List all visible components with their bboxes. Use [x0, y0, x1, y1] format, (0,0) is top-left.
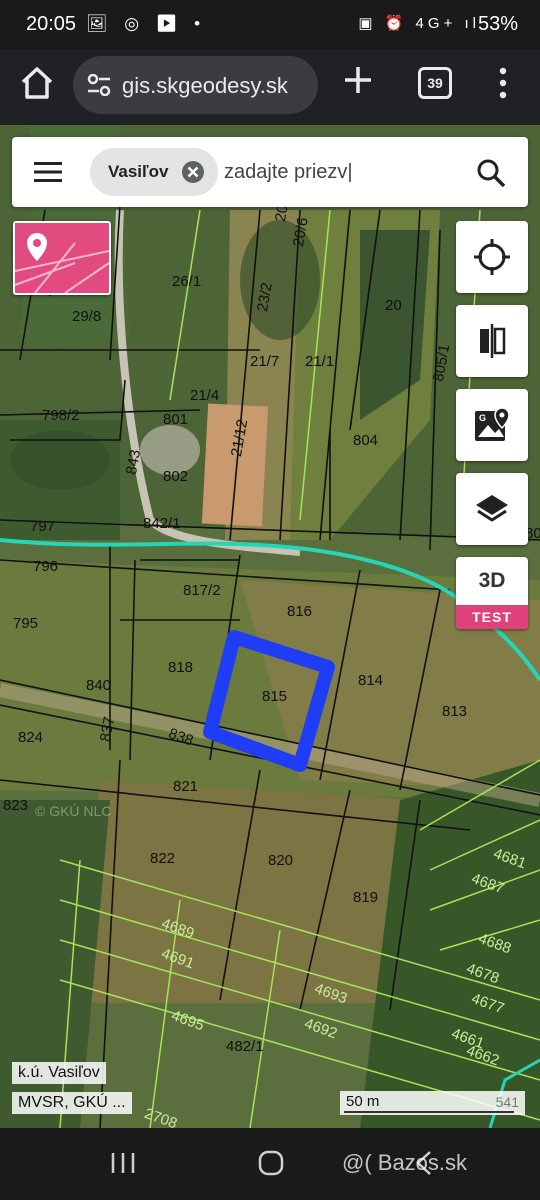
plus-icon[interactable]: [340, 62, 376, 98]
search-input[interactable]: [224, 155, 464, 189]
parcel-label: 842/1: [143, 515, 181, 532]
system-icons: ▣ ⏰ 4G+ ıl: [358, 15, 480, 32]
compare-button[interactable]: [456, 305, 528, 377]
photo-pin-icon: G: [475, 407, 510, 441]
recents-icon[interactable]: [105, 1148, 141, 1178]
more-vert-icon[interactable]: [497, 67, 509, 99]
scale-label: 50 m: [346, 1093, 380, 1110]
parcel-label: 824: [18, 729, 44, 746]
system-nav-bar: @( Bazos.sk: [0, 1128, 540, 1200]
parcel-label: 29/8: [72, 308, 102, 325]
location-chip[interactable]: Vasiľov: [90, 148, 218, 196]
location-chip-label: Vasiľov: [108, 162, 169, 181]
parcel-label: 816: [287, 603, 313, 620]
status-time: 20:05: [26, 13, 77, 35]
layers-icon: [476, 495, 508, 522]
search-bar: Vasiľov: [12, 137, 528, 207]
parcel-label: 482/1: [226, 1038, 264, 1055]
parcel-label: 813: [442, 703, 468, 720]
parcel-label: 822: [150, 850, 176, 867]
parcel-label: 20: [385, 297, 402, 314]
bazos-watermark: @( Bazos.sk: [342, 1150, 468, 1175]
scale-bar: 50 m 541: [340, 1091, 525, 1115]
notification-icons: 🖼 ◎ ▶ •: [86, 14, 207, 33]
locate-button[interactable]: [456, 221, 528, 293]
parcel-label: 21/4: [190, 387, 220, 404]
parcel-label: 818: [168, 659, 194, 676]
home-nav-icon[interactable]: [253, 1148, 289, 1178]
parcel-label: 804: [353, 432, 379, 449]
street-view-button[interactable]: G: [456, 389, 528, 461]
parcel-label: 801: [163, 411, 189, 428]
hamburger-icon[interactable]: [34, 161, 62, 183]
battery-level: 53%: [477, 13, 518, 35]
tab-switcher-button[interactable]: 39: [418, 67, 452, 99]
basemap-toggle[interactable]: [13, 221, 111, 295]
map-pin-icon: [15, 233, 109, 293]
parcel-label: 815: [262, 688, 288, 705]
close-circle-icon[interactable]: [181, 160, 205, 184]
home-icon[interactable]: [18, 64, 56, 102]
crosshair-icon: [474, 239, 510, 275]
parcel-label: 795: [13, 615, 39, 632]
url-text: gis.skgeodesy.sk: [122, 73, 288, 98]
cadastral-area-label: k.ú. Vasiľov: [12, 1062, 106, 1084]
parcel-label: 802: [163, 468, 189, 485]
address-bar[interactable]: gis.skgeodesy.sk: [73, 56, 318, 114]
parcel-label: 21/7: [250, 353, 280, 370]
tune-icon[interactable]: [87, 74, 111, 96]
parcel-label: 817/2: [183, 582, 221, 599]
parcel-label: 823: [3, 797, 29, 814]
parcel-label: 820: [268, 852, 294, 869]
parcel-label: 798/2: [42, 407, 80, 424]
attribution-label[interactable]: MVSR, GKÚ ...: [12, 1092, 132, 1114]
browser-toolbar: gis.skgeodesy.sk 39: [0, 50, 540, 125]
map-watermark: © GKÚ NLC: [35, 803, 112, 819]
parcel-label: 26/1: [172, 273, 202, 290]
layers-button[interactable]: [456, 473, 528, 545]
scale-number: 541: [495, 1094, 519, 1110]
3d-view-button[interactable]: 3D TEST: [456, 557, 528, 629]
parcel-label: 821: [173, 778, 199, 795]
parcel-label: 797: [30, 518, 56, 535]
parcel-label: 819: [353, 889, 379, 906]
svg-text:G: G: [479, 413, 486, 423]
map-canvas[interactable]: 26/129/82820/120/623/221/721/120805/121/…: [0, 125, 540, 1128]
compare-icon: [480, 324, 506, 358]
parcel-label: 21/1: [305, 353, 335, 370]
3d-label: 3D: [478, 569, 506, 592]
status-bar: 20:05 🖼 ◎ ▶ • ▣ ⏰ 4G+ ıl 53%: [0, 0, 540, 50]
search-icon[interactable]: [476, 158, 506, 188]
test-badge: TEST: [456, 605, 528, 629]
parcel-label: 796: [33, 558, 59, 575]
parcel-label: 814: [358, 672, 384, 689]
scale-line: [344, 1111, 514, 1113]
parcel-label: 840: [86, 677, 112, 694]
